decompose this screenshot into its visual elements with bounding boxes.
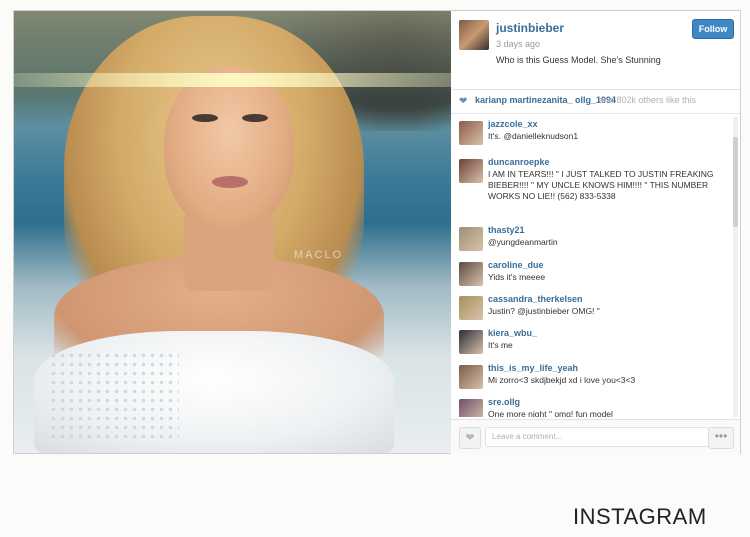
comment-username[interactable]: caroline_due bbox=[488, 260, 544, 270]
comment-text: It's me bbox=[488, 340, 513, 350]
avatar[interactable] bbox=[459, 296, 483, 320]
instagram-caption-label: INSTAGRAM bbox=[573, 504, 707, 529]
comments-scrollbar[interactable] bbox=[733, 117, 738, 417]
comment-text: @yungdeanmartin bbox=[488, 237, 558, 247]
post-caption: Who is this Guess Model. She's Stunning bbox=[496, 55, 661, 65]
post-time: 3 days ago bbox=[496, 39, 541, 49]
likes-row: ❤ karianp martinezanita_ ollg_1994 and 8… bbox=[451, 89, 740, 114]
heart-icon: ❤ bbox=[465, 432, 475, 444]
comment-text: I AM IN TEARS!!! " I JUST TALKED TO JUST… bbox=[488, 169, 714, 201]
comment-input[interactable]: Leave a comment... bbox=[485, 427, 709, 447]
owner-username[interactable]: justinbieber bbox=[496, 21, 564, 35]
photo-watermark: MACLO bbox=[294, 249, 344, 261]
avatar[interactable] bbox=[459, 262, 483, 286]
comment-text: One more night " omg! fun model bbox=[488, 409, 613, 417]
comment-username[interactable]: duncanroepke bbox=[488, 157, 550, 167]
comments-list: jazzcole_xx It's. @danielleknudson1 dunc… bbox=[451, 117, 740, 417]
post-header: justinbieber 3 days ago Who is this Gues… bbox=[451, 11, 740, 90]
model-face bbox=[164, 66, 294, 231]
more-options-button[interactable]: ••• bbox=[708, 427, 734, 449]
comment-username[interactable]: jazzcole_xx bbox=[488, 119, 538, 129]
scroll-thumb[interactable] bbox=[733, 137, 738, 227]
comment-text: It's. @danielleknudson1 bbox=[488, 131, 579, 141]
avatar[interactable] bbox=[459, 121, 483, 145]
post-photo[interactable]: MACLO bbox=[14, 11, 451, 453]
comment-bar: ❤ Leave a comment... ••• bbox=[451, 419, 740, 454]
lens-flare bbox=[14, 73, 451, 87]
comment-text: Yids it's meeee bbox=[488, 272, 546, 282]
comment-text: Justin? @justinbieber OMG! " bbox=[488, 306, 600, 316]
instagram-post-frame: MACLO justinbieber 3 days ago Who is thi… bbox=[13, 10, 741, 454]
avatar[interactable] bbox=[459, 227, 483, 251]
comment-username[interactable]: sre.ollg bbox=[488, 397, 520, 407]
comment-username[interactable]: kiera_wbu_ bbox=[488, 328, 537, 338]
likes-more[interactable]: and 802k others like this bbox=[599, 95, 696, 105]
comment-username[interactable]: cassandra_therkelsen bbox=[488, 294, 583, 304]
comment-username[interactable]: thasty21 bbox=[488, 225, 525, 235]
avatar[interactable] bbox=[459, 159, 483, 183]
avatar[interactable] bbox=[459, 399, 483, 417]
heart-icon: ❤ bbox=[459, 96, 468, 107]
owner-avatar[interactable] bbox=[459, 20, 489, 50]
likes-names[interactable]: karianp martinezanita_ ollg_1994 bbox=[475, 95, 616, 105]
post-side-panel: justinbieber 3 days ago Who is this Gues… bbox=[451, 11, 740, 454]
comment-username[interactable]: this_is_my_life_yeah bbox=[488, 363, 578, 373]
follow-button[interactable]: Follow bbox=[692, 19, 734, 39]
comment-text: Mi zorro<3 skdjbekjd xd i love you<3<3 bbox=[488, 375, 636, 385]
like-button[interactable]: ❤ bbox=[459, 427, 481, 449]
avatar[interactable] bbox=[459, 330, 483, 354]
avatar[interactable] bbox=[459, 365, 483, 389]
